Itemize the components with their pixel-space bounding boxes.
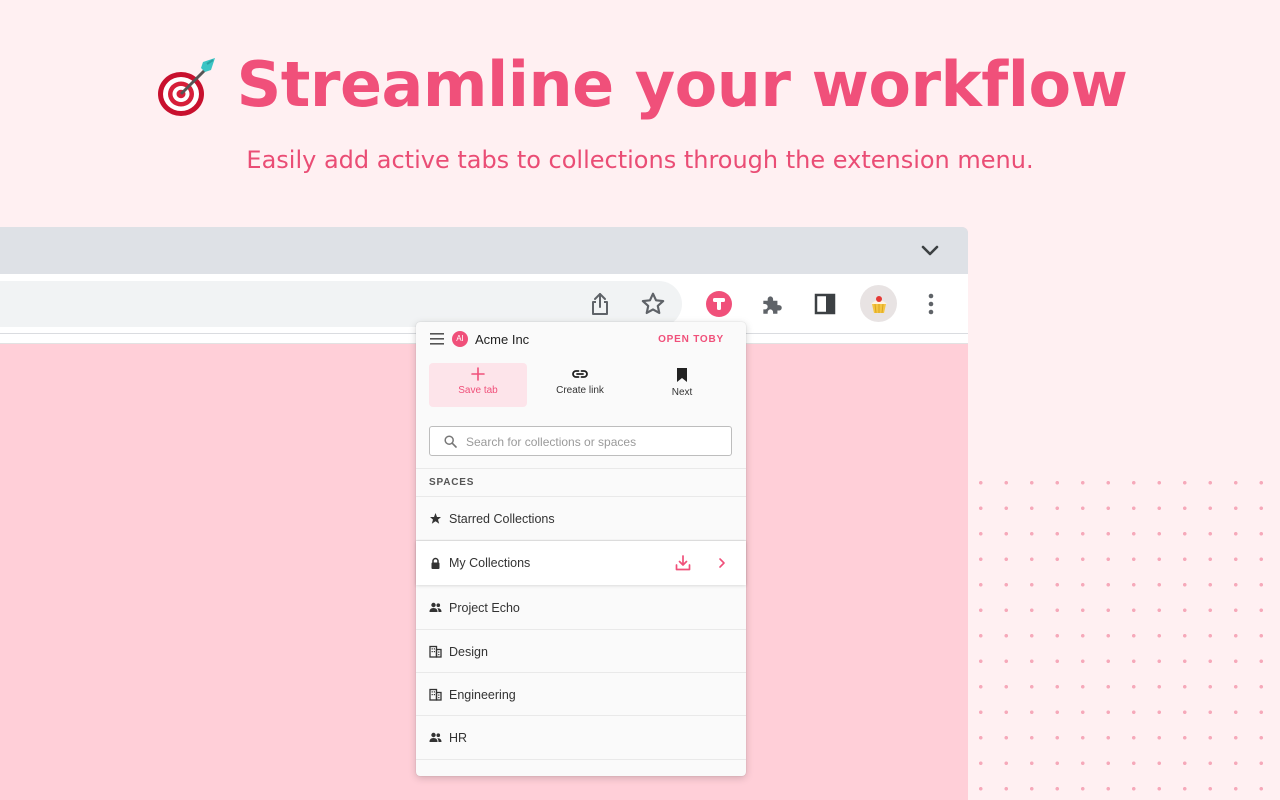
dot-pattern bbox=[968, 470, 1280, 800]
toby-extension-icon[interactable] bbox=[706, 291, 732, 317]
star-icon bbox=[430, 513, 441, 524]
divider bbox=[416, 468, 746, 469]
collection-search bbox=[429, 426, 732, 456]
toby-popup: AI Acme Inc OPEN TOBY Save tab Create li… bbox=[416, 322, 746, 776]
people-icon bbox=[429, 732, 442, 742]
extensions-puzzle-icon[interactable] bbox=[758, 290, 786, 318]
building-icon bbox=[429, 645, 442, 658]
org-badge: AI bbox=[452, 331, 468, 347]
search-input[interactable] bbox=[466, 433, 726, 450]
space-label: HR bbox=[449, 730, 468, 745]
space-label: Engineering bbox=[449, 687, 516, 702]
create-link-label: Create link bbox=[556, 385, 604, 396]
lock-icon bbox=[431, 557, 440, 569]
space-item-engineering[interactable]: Engineering bbox=[416, 673, 746, 716]
next-button[interactable]: Next bbox=[633, 363, 731, 407]
chevron-right-icon[interactable] bbox=[716, 557, 728, 569]
hero-title: Streamline your workflow bbox=[236, 48, 1128, 121]
profile-avatar[interactable] bbox=[860, 285, 897, 322]
save-tab-button[interactable]: Save tab bbox=[429, 363, 527, 407]
popup-header: AI Acme Inc OPEN TOBY bbox=[416, 322, 746, 358]
bookmark-icon bbox=[677, 368, 687, 382]
hero-subtitle: Easily add active tabs to collections th… bbox=[246, 146, 1034, 174]
space-label: My Collections bbox=[449, 556, 531, 570]
people-icon bbox=[429, 602, 442, 612]
browser-menu-icon[interactable] bbox=[917, 290, 945, 318]
share-icon[interactable] bbox=[586, 290, 614, 318]
bookmark-star-icon[interactable] bbox=[639, 290, 667, 318]
link-icon bbox=[572, 370, 588, 378]
open-toby-link[interactable]: OPEN TOBY bbox=[658, 334, 724, 345]
building-icon bbox=[429, 688, 442, 701]
hamburger-menu-icon[interactable] bbox=[430, 333, 444, 345]
space-item-starred[interactable]: Starred Collections bbox=[416, 497, 746, 540]
space-item-my-collections[interactable]: My Collections bbox=[416, 541, 746, 585]
space-item-design[interactable]: Design bbox=[416, 630, 746, 673]
side-panel-icon[interactable] bbox=[811, 290, 839, 318]
save-to-collection-icon[interactable] bbox=[674, 554, 692, 572]
space-label: Design bbox=[449, 644, 488, 659]
next-label: Next bbox=[671, 387, 693, 398]
space-item-project-echo[interactable]: Project Echo bbox=[416, 586, 746, 629]
save-tab-label: Save tab bbox=[458, 385, 498, 396]
divider bbox=[416, 759, 746, 760]
action-bar: Save tab Create link Next bbox=[429, 363, 735, 407]
dart-target-icon bbox=[157, 57, 215, 116]
space-item-hr[interactable]: HR bbox=[416, 716, 746, 759]
address-bar[interactable] bbox=[0, 281, 682, 327]
cupcake-icon bbox=[870, 295, 887, 313]
spaces-heading: SPACES bbox=[429, 477, 475, 488]
tab-search-chevron-icon[interactable] bbox=[918, 238, 942, 262]
tab-strip bbox=[0, 227, 968, 274]
hero-title-row: Streamline your workflow bbox=[0, 48, 1280, 121]
create-link-button[interactable]: Create link bbox=[531, 363, 629, 407]
space-label: Project Echo bbox=[449, 600, 520, 615]
space-label: Starred Collections bbox=[449, 511, 555, 526]
search-icon bbox=[444, 435, 457, 448]
plus-icon bbox=[471, 367, 485, 381]
org-name[interactable]: Acme Inc bbox=[475, 332, 529, 347]
